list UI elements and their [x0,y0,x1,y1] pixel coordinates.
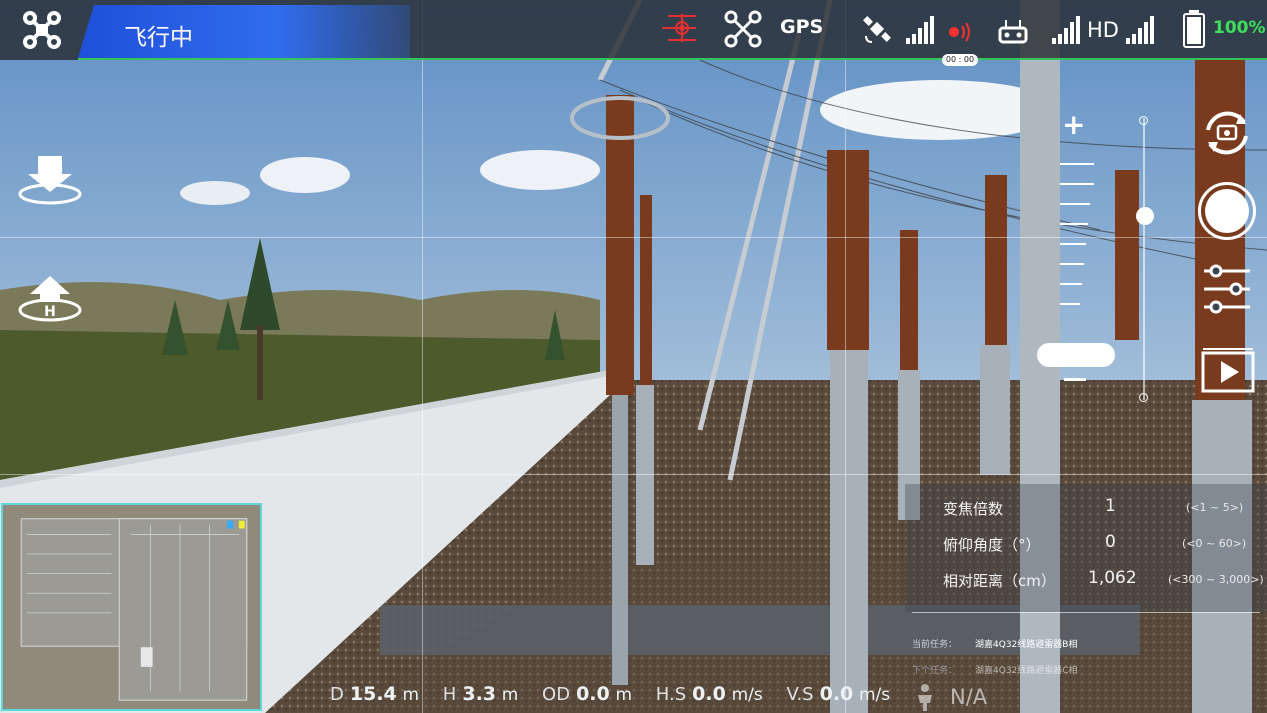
zoom-tick [1060,243,1086,245]
vertical-speed-unit: m/s [859,685,891,705]
next-task: 下个任务： 湖嘉4Q32线路避雷器C相 [912,663,1078,676]
horizontal-speed-unit: m/s [731,685,763,705]
pitch-angle-row: 俯仰角度（°） 0 (<0 ~ 60>) [910,528,1267,558]
pitch-angle-range: (<0 ~ 60>) [1182,537,1247,550]
distance-unit: m [402,685,420,705]
hd-signal-icon [1052,16,1080,44]
drone-logo-icon[interactable] [22,10,62,50]
hd-signal-bars-icon [1126,16,1154,44]
grid-line [845,0,846,713]
record-timer: 00 : 00 [942,54,978,66]
current-task-value: 湖嘉4Q32线路避雷器B相 [975,640,1078,650]
zoom-track-bottom [1139,393,1148,402]
camera-params-panel: 变焦倍数 1 (<1 ~ 5>) 俯仰角度（°） 0 (<0 ~ 60>) 相对… [910,484,1267,612]
height-unit: m [501,685,519,705]
hd-label: HD [1087,18,1119,42]
zoom-in-button[interactable]: + [1062,108,1085,141]
distance-value: 15.4 [349,683,397,705]
drone-status-icon[interactable] [724,10,762,48]
battery-percent: 100% [1213,18,1266,38]
zoom-factor-range: (<1 ~ 5>) [1186,501,1244,514]
obstacle-distance-value: 0.0 [576,683,610,705]
next-task-value: 湖嘉4Q32线路避雷器C相 [975,666,1078,676]
relative-distance-row: 相对距离（cm） 1,062 (<300 ~ 3,000>) [910,564,1267,594]
vertical-speed-label: V.S [786,684,814,705]
zoom-handle-pill[interactable] [1037,343,1115,367]
zoom-slider-track[interactable] [1143,118,1145,400]
zoom-factor-row: 变焦倍数 1 (<1 ~ 5>) [910,492,1267,522]
relative-distance-label: 相对距离（cm） [943,572,1056,590]
zoom-tick [1060,263,1084,265]
zoom-tick [1060,203,1090,205]
obstacle-distance-label: OD [542,684,571,705]
current-task-label: 当前任务： [912,640,958,650]
person-icon [918,684,932,711]
minimap[interactable] [1,503,262,711]
zoom-tick [1060,283,1082,285]
signal-bars-icon [906,16,934,44]
battery-icon [1183,10,1205,48]
zoom-tick [1060,303,1080,305]
height-value: 3.3 [462,683,497,705]
height-label: H [442,684,457,705]
camera-switch-icon[interactable] [1198,104,1256,162]
obstacle-sensor-icon[interactable] [650,10,700,50]
zoom-out-button[interactable] [1064,378,1086,381]
next-task-label: 下个任务： [912,666,958,676]
remote-controller-icon [998,20,1028,44]
current-task: 当前任务： 湖嘉4Q32线路避雷器B相 [912,637,1077,650]
playback-icon[interactable] [1201,347,1255,393]
zoom-factor-label: 变焦倍数 [943,500,1004,518]
return-home-icon[interactable]: H [16,272,84,328]
zoom-tick [1060,223,1088,225]
grid-line [0,474,1267,475]
zoom-track-top [1139,116,1148,125]
status-accent-line [78,58,1267,60]
relative-distance-range: (<300 ~ 3,000>) [1168,573,1264,586]
pitch-angle-value[interactable]: 0 [1105,532,1116,552]
recording-icon [949,22,970,42]
zoom-slider-handle[interactable] [1136,207,1154,225]
shutter-button[interactable] [1198,182,1256,240]
svg-text:H: H [44,304,56,320]
distance-label: D [330,684,344,705]
grid-line [422,0,423,713]
flight-status-banner[interactable]: 飞行中 [78,5,410,58]
obstacle-distance-unit: m [615,685,633,705]
zoom-factor-value[interactable]: 1 [1105,496,1116,516]
pitch-angle-label: 俯仰角度（°） [943,536,1041,554]
satellite-icon [863,16,891,43]
zoom-tick [1060,183,1094,185]
camera-settings-icon[interactable] [1202,262,1252,316]
grid-line [0,237,1267,238]
zoom-tick [1060,163,1094,165]
download-icon[interactable] [16,152,84,208]
flight-telemetry: D 15.4 m H 3.3 m OD 0.0 m H.S 0.0 m/s V.S 0.0… [330,683,908,709]
horizontal-speed-label: H.S [655,684,687,705]
relative-distance-value[interactable]: 1,062 [1088,568,1137,588]
top-status-bar: 飞行中 GPS HD 100% [0,0,1267,60]
horizontal-speed-value: 0.0 [692,683,726,705]
flight-status-text: 飞行中 [124,25,193,51]
rtk-status: N/A [950,685,988,709]
gps-label: GPS [780,16,824,38]
vertical-speed-value: 0.0 [819,683,854,705]
panel-divider [912,612,1260,613]
